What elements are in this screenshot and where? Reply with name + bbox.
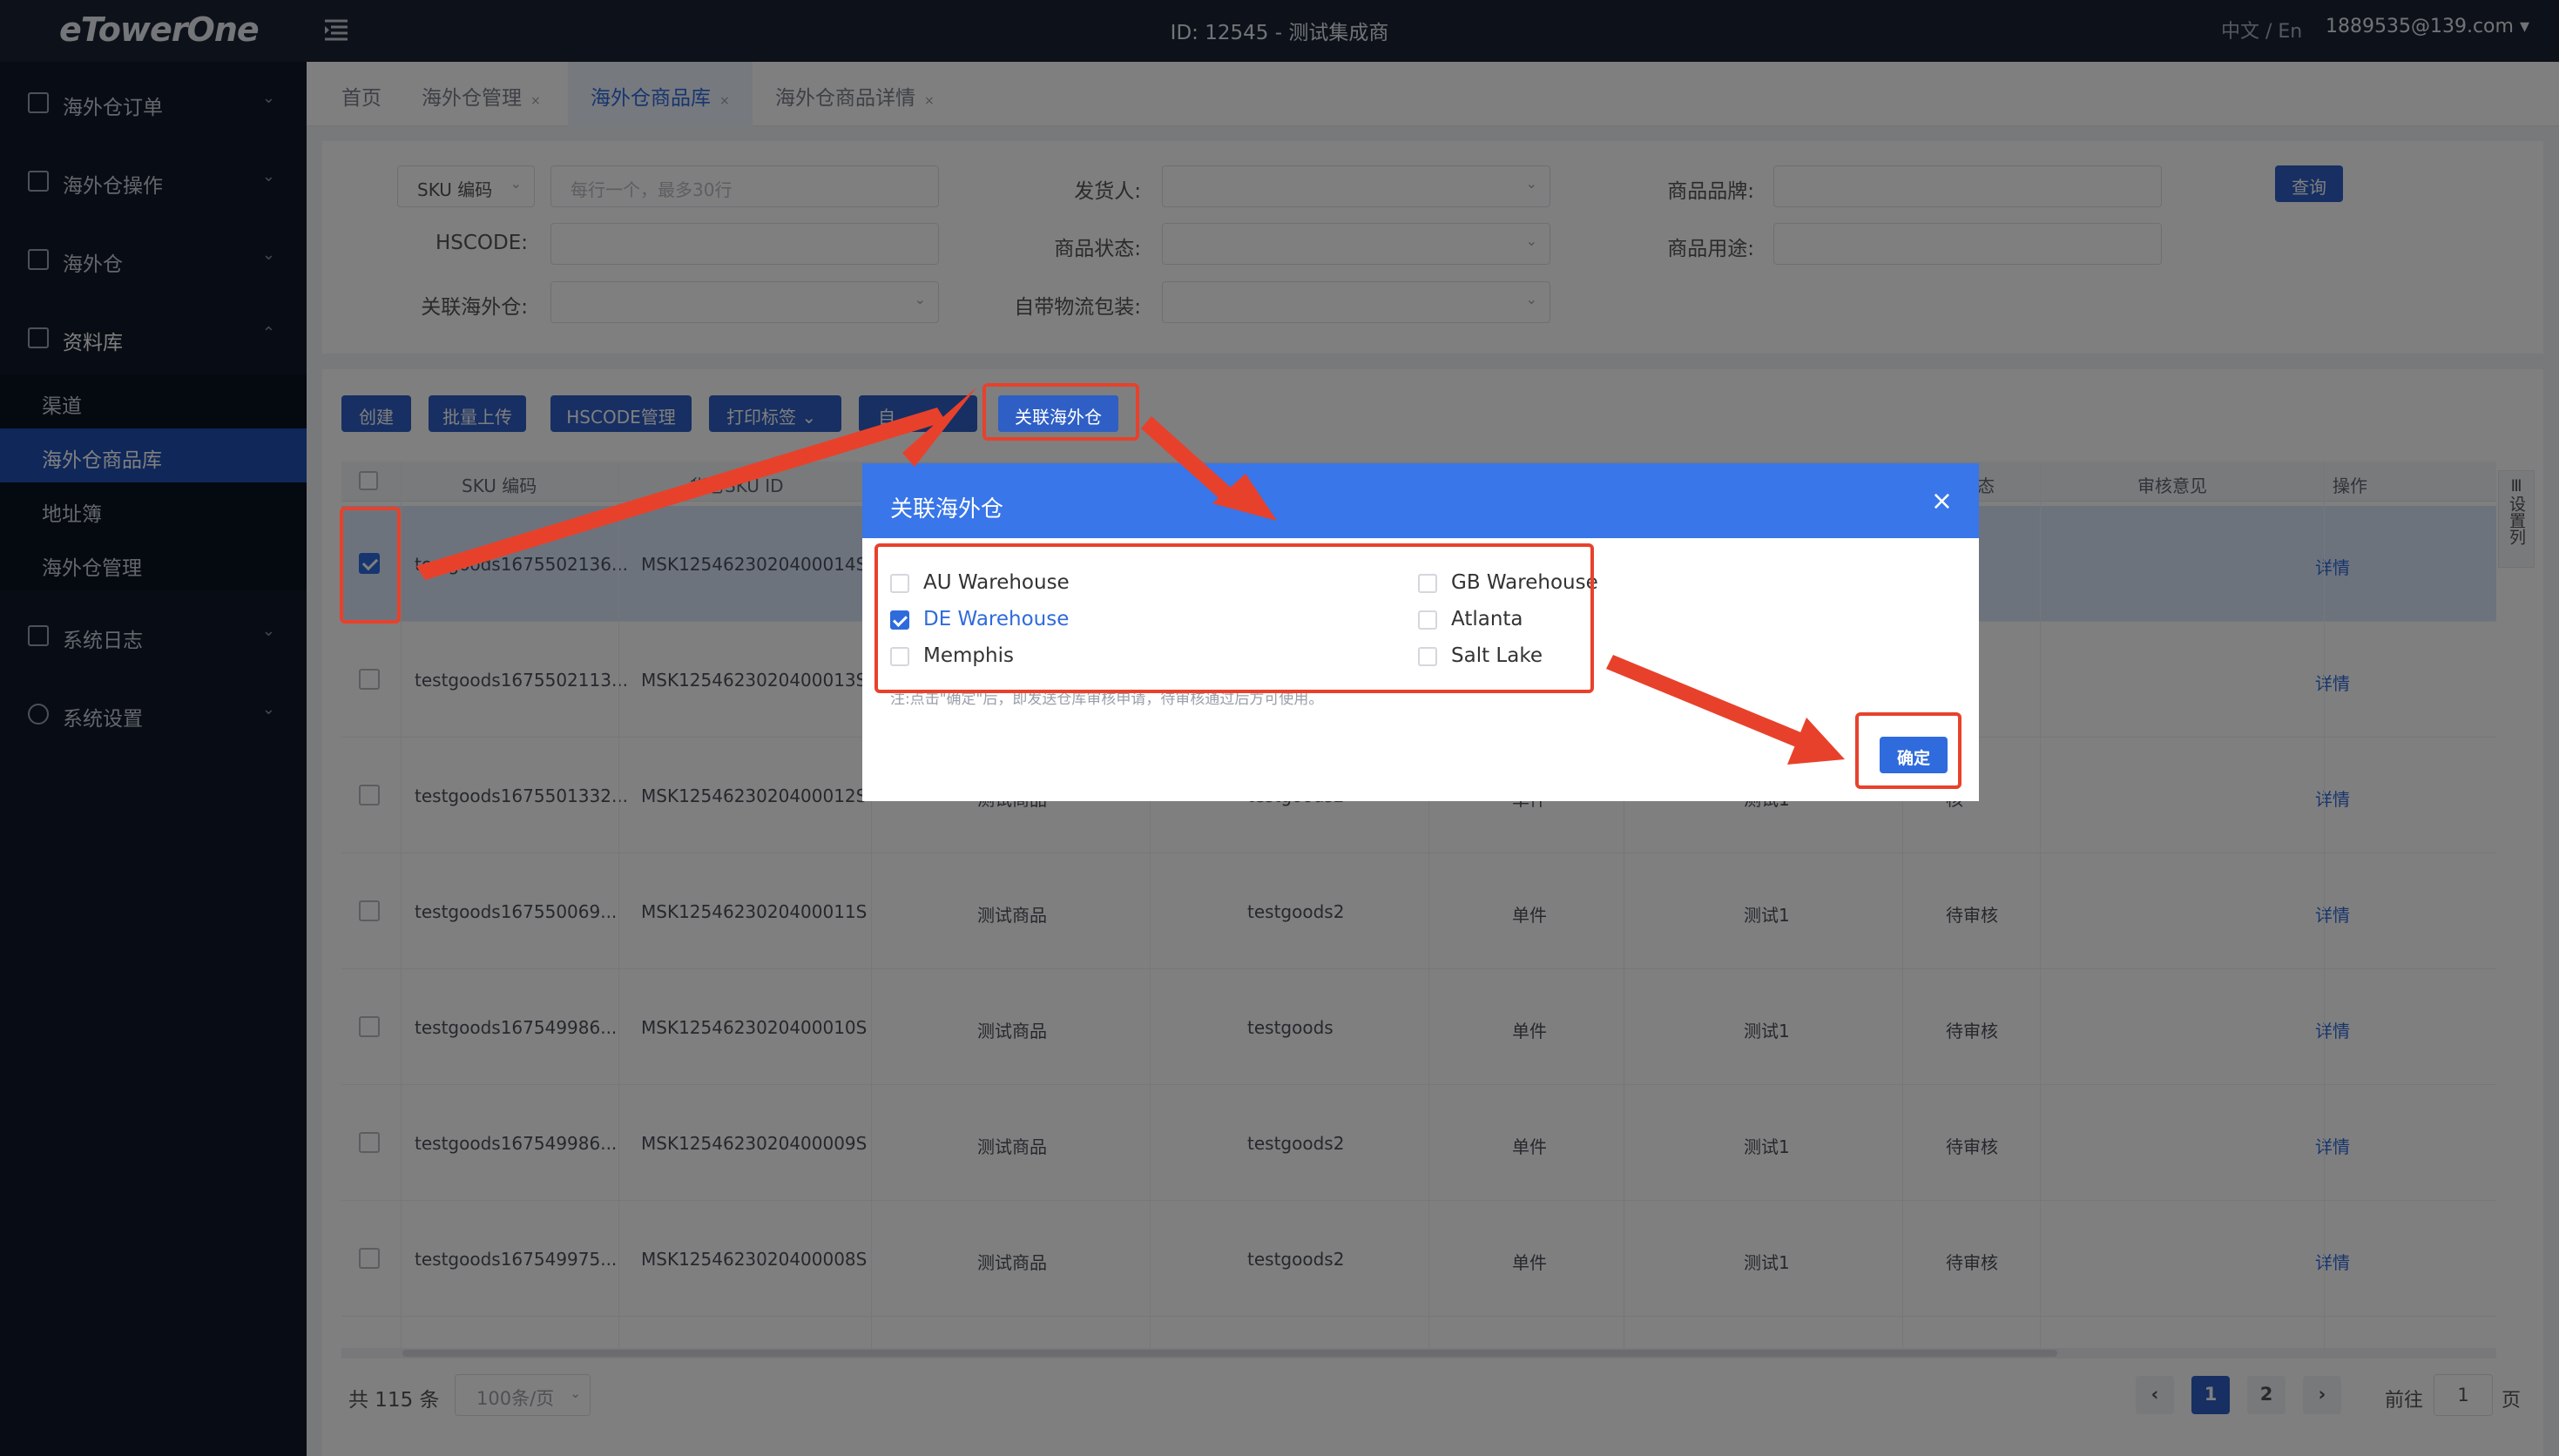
annotation-box-confirm	[1855, 712, 1961, 789]
dialog-title: 关联海外仓	[890, 496, 1004, 522]
link-warehouse-button-highlight[interactable]: 关联海外仓	[998, 395, 1118, 432]
close-icon[interactable]: ×	[1931, 486, 1953, 516]
dialog-header: 关联海外仓 ×	[862, 463, 1979, 538]
annotation-box-options	[874, 543, 1594, 693]
annotation-box-checkbox	[340, 507, 401, 624]
